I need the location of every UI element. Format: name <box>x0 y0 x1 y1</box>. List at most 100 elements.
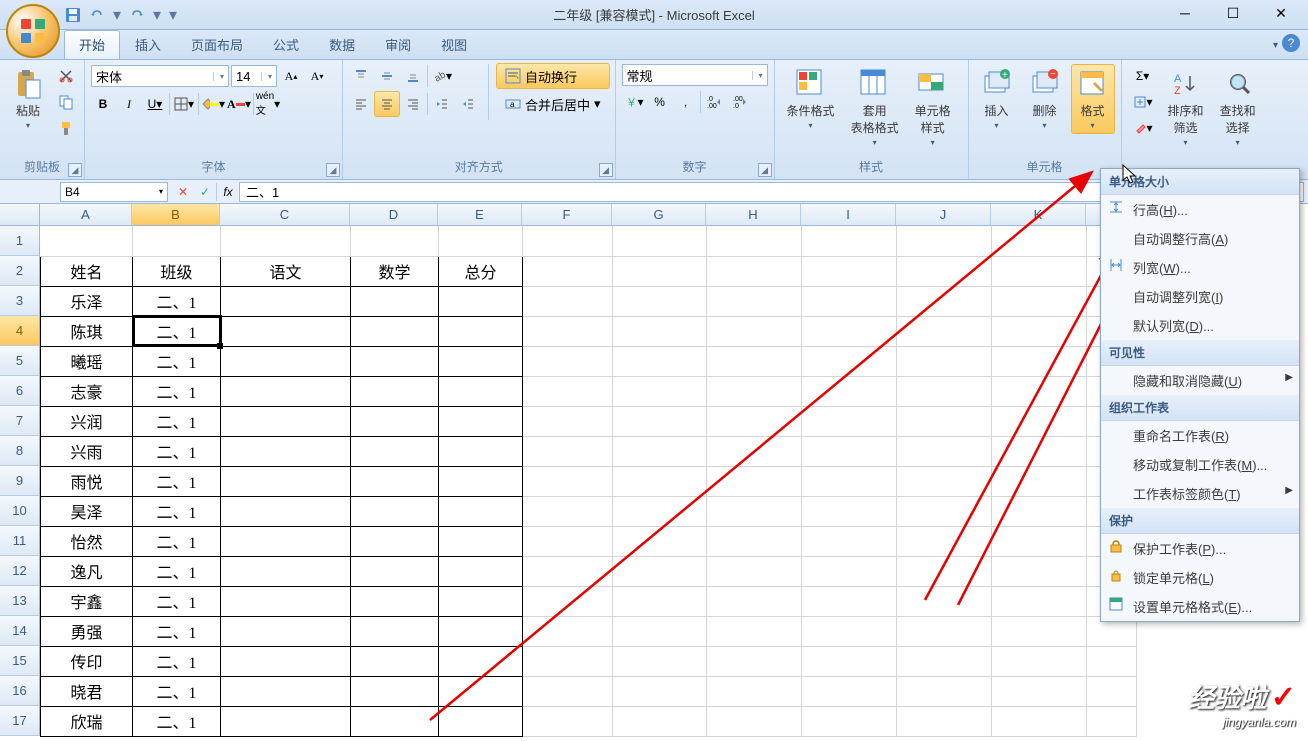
cell-C9[interactable] <box>221 466 351 496</box>
cell-D16[interactable] <box>351 676 439 706</box>
cell-J10[interactable] <box>897 496 992 526</box>
orientation-button[interactable]: ab▾ <box>430 64 454 88</box>
col-header-H[interactable]: H <box>706 204 801 226</box>
cell-E12[interactable] <box>439 556 523 586</box>
cell-F1[interactable] <box>523 226 613 256</box>
tab-home[interactable]: 开始 <box>64 30 120 59</box>
cell-D6[interactable] <box>351 376 439 406</box>
cell-C4[interactable] <box>221 316 351 346</box>
cell-E2[interactable]: 总分 <box>439 256 523 286</box>
cell-B5[interactable]: 二、1 <box>133 346 221 376</box>
row-header-7[interactable]: 7 <box>0 406 40 436</box>
cell-F2[interactable] <box>523 256 613 286</box>
cell-F7[interactable] <box>523 406 613 436</box>
tab-formulas[interactable]: 公式 <box>258 30 314 59</box>
cell-B16[interactable]: 二、1 <box>133 676 221 706</box>
cell-J13[interactable] <box>897 586 992 616</box>
enter-formula-button[interactable]: ✓ <box>194 182 216 202</box>
col-header-D[interactable]: D <box>350 204 438 226</box>
row-header-5[interactable]: 5 <box>0 346 40 376</box>
cell-F4[interactable] <box>523 316 613 346</box>
cell-K2[interactable] <box>992 256 1087 286</box>
menu-item-W[interactable]: 列宽(W)... <box>1101 253 1299 282</box>
col-header-C[interactable]: C <box>220 204 350 226</box>
cell-A10[interactable]: 昊泽 <box>41 496 133 526</box>
col-header-E[interactable]: E <box>438 204 522 226</box>
cell-H6[interactable] <box>707 376 802 406</box>
cell-K6[interactable] <box>992 376 1087 406</box>
qat-drop2[interactable]: ▾ <box>152 6 162 24</box>
bold-button[interactable]: B <box>91 92 115 116</box>
cell-I10[interactable] <box>802 496 897 526</box>
align-center-button[interactable] <box>375 92 399 116</box>
cell-A13[interactable]: 宇鑫 <box>41 586 133 616</box>
cell-H1[interactable] <box>707 226 802 256</box>
find-select-button[interactable]: 查找和 选择▾ <box>1214 64 1262 151</box>
row-header-14[interactable]: 14 <box>0 616 40 646</box>
cell-D4[interactable] <box>351 316 439 346</box>
cell-B1[interactable] <box>133 226 221 256</box>
cell-A3[interactable]: 乐泽 <box>41 286 133 316</box>
fill-button[interactable]: ▾ <box>1128 90 1158 114</box>
cell-F11[interactable] <box>523 526 613 556</box>
font-launcher[interactable]: ◢ <box>326 163 340 177</box>
col-header-I[interactable]: I <box>801 204 896 226</box>
wrap-text-button[interactable]: 自动换行 <box>497 64 609 88</box>
fill-color-button[interactable]: ▾ <box>201 92 225 116</box>
cell-G15[interactable] <box>613 646 707 676</box>
cell-B4[interactable]: 二、1 <box>133 316 221 346</box>
cell-J4[interactable] <box>897 316 992 346</box>
col-header-B[interactable]: B <box>132 204 220 226</box>
menu-item-E[interactable]: 设置单元格格式(E)... <box>1101 592 1299 621</box>
cell-C16[interactable] <box>221 676 351 706</box>
phonetic-button[interactable]: wén文▾ <box>256 92 280 116</box>
cell-G14[interactable] <box>613 616 707 646</box>
autosum-button[interactable]: Σ▾ <box>1128 64 1158 88</box>
number-format-combo[interactable]: 常规▾ <box>622 64 768 86</box>
cell-J11[interactable] <box>897 526 992 556</box>
cell-G7[interactable] <box>613 406 707 436</box>
cell-A16[interactable]: 晓君 <box>41 676 133 706</box>
cell-B15[interactable]: 二、1 <box>133 646 221 676</box>
cell-F9[interactable] <box>523 466 613 496</box>
cell-H9[interactable] <box>707 466 802 496</box>
cell-styles-button[interactable]: 单元格 样式▾ <box>909 64 957 151</box>
cell-A11[interactable]: 怡然 <box>41 526 133 556</box>
format-cells-button[interactable]: 格式▾ <box>1071 64 1115 134</box>
cell-I9[interactable] <box>802 466 897 496</box>
cell-F15[interactable] <box>523 646 613 676</box>
cut-button[interactable] <box>54 64 78 88</box>
cell-D17[interactable] <box>351 706 439 736</box>
menu-item-R[interactable]: 重命名工作表(R) <box>1101 421 1299 450</box>
cell-E5[interactable] <box>439 346 523 376</box>
cell-C10[interactable] <box>221 496 351 526</box>
cell-D8[interactable] <box>351 436 439 466</box>
cell-B6[interactable]: 二、1 <box>133 376 221 406</box>
insert-cells-button[interactable]: + 插入▾ <box>975 64 1019 134</box>
row-header-1[interactable]: 1 <box>0 226 40 256</box>
col-header-K[interactable]: K <box>991 204 1086 226</box>
cell-D11[interactable] <box>351 526 439 556</box>
cell-A7[interactable]: 兴润 <box>41 406 133 436</box>
cell-H10[interactable] <box>707 496 802 526</box>
menu-item-M[interactable]: 移动或复制工作表(M)... <box>1101 450 1299 479</box>
cell-F5[interactable] <box>523 346 613 376</box>
border-button[interactable]: ▾ <box>172 92 196 116</box>
cell-D2[interactable]: 数学 <box>351 256 439 286</box>
tab-view[interactable]: 视图 <box>426 30 482 59</box>
menu-item-P[interactable]: 保护工作表(P)... <box>1101 534 1299 563</box>
cell-H11[interactable] <box>707 526 802 556</box>
cell-E7[interactable] <box>439 406 523 436</box>
row-header-15[interactable]: 15 <box>0 646 40 676</box>
cell-G4[interactable] <box>613 316 707 346</box>
cell-D15[interactable] <box>351 646 439 676</box>
cell-A8[interactable]: 兴雨 <box>41 436 133 466</box>
cell-G3[interactable] <box>613 286 707 316</box>
cell-K9[interactable] <box>992 466 1087 496</box>
paste-button[interactable]: 粘贴 ▾ <box>6 64 50 134</box>
increase-decimal-button[interactable]: .0.00 <box>703 90 727 114</box>
cell-J2[interactable] <box>897 256 992 286</box>
cell-I16[interactable] <box>802 676 897 706</box>
cell-E11[interactable] <box>439 526 523 556</box>
cell-K10[interactable] <box>992 496 1087 526</box>
